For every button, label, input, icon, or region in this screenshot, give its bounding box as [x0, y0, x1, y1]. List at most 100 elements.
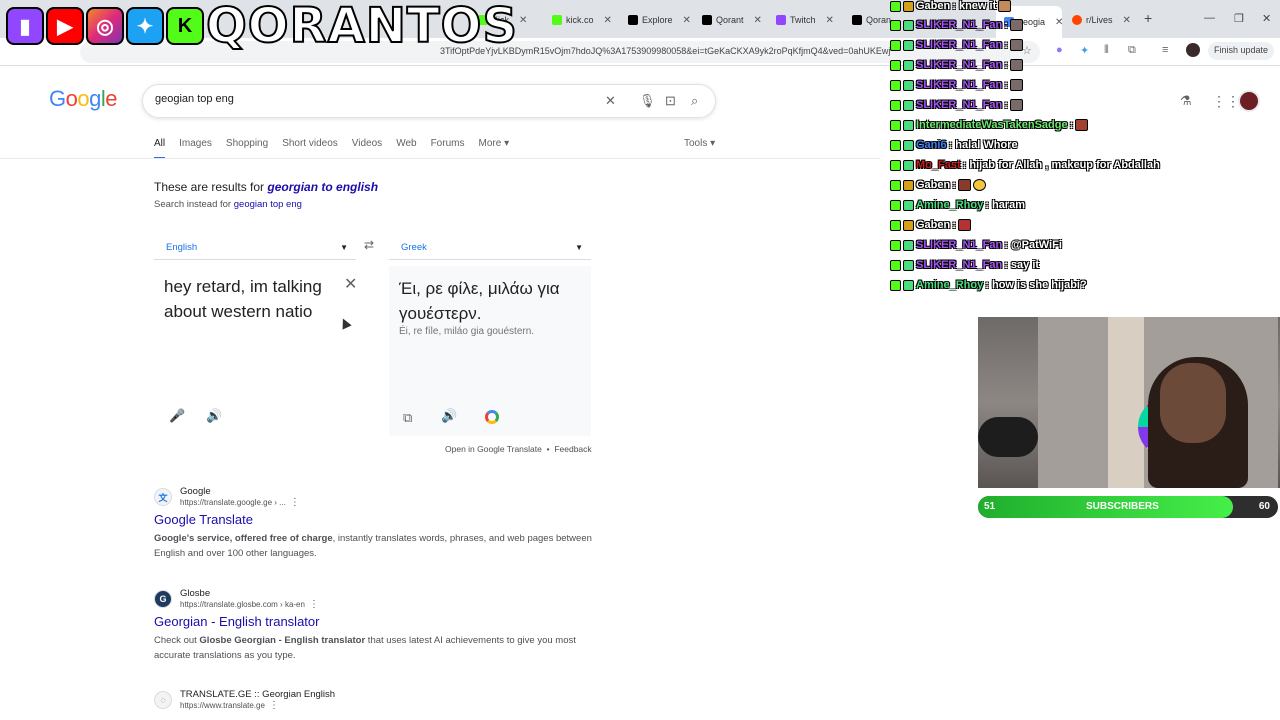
- diamond-badge-icon: [903, 159, 914, 171]
- tab-forums[interactable]: Forums: [431, 138, 465, 159]
- tab-web[interactable]: Web: [396, 138, 416, 159]
- media-icon[interactable]: ≡: [1162, 44, 1168, 56]
- open-translate-link[interactable]: Open in Google Translate: [445, 444, 542, 454]
- result-site-name: Google: [180, 486, 211, 497]
- emoji-icon: [972, 179, 986, 191]
- subscriber-current-count: 51: [984, 501, 996, 512]
- tab-qoran-tiktok[interactable]: Qoran: [852, 10, 892, 30]
- kick-badge-icon: [890, 139, 901, 151]
- extensions-puzzle-icon[interactable]: ⧉: [1128, 44, 1136, 57]
- chat-text: :: [1004, 79, 1008, 91]
- chat-message: SLIKER_N1_Fan:: [890, 57, 1023, 73]
- result-site-header[interactable]: 文 Google https://translate.google.ge › ..…: [154, 486, 604, 508]
- tools-button[interactable]: Tools ▾: [684, 138, 715, 149]
- new-tab-plus-icon[interactable]: +: [1144, 10, 1152, 26]
- emote-icon: [1009, 39, 1023, 51]
- speaker-icon[interactable]: 🔊: [441, 408, 457, 424]
- minimize-icon[interactable]: —: [1204, 12, 1215, 24]
- close-tab-icon[interactable]: ✕: [754, 15, 762, 26]
- result-url: https://translate.glosbe.com › ka-en: [180, 600, 305, 609]
- more-options-icon[interactable]: ⋮: [290, 497, 300, 508]
- tab-images[interactable]: Images: [179, 138, 212, 159]
- diamond-badge-icon: [903, 39, 914, 51]
- search-result: 文 Google https://translate.google.ge › ..…: [154, 486, 604, 561]
- clear-text-icon[interactable]: ✕: [344, 274, 357, 294]
- feedback-link[interactable]: Feedback: [554, 444, 591, 454]
- labs-flask-icon[interactable]: ⚗: [1180, 93, 1192, 109]
- google-logo[interactable]: Google: [49, 86, 118, 112]
- more-options-icon[interactable]: ⋮: [269, 700, 279, 711]
- swap-languages-icon[interactable]: ⇄: [364, 238, 374, 252]
- chat-username: Gani6: [916, 139, 947, 151]
- chat-message: SLIKER_N1_Fan:: [890, 17, 1023, 33]
- extension-icon-2[interactable]: ✦: [1080, 44, 1089, 57]
- diamond-badge-icon: [903, 119, 914, 131]
- logo-letter: g: [89, 86, 101, 111]
- copy-icon[interactable]: ⧉: [403, 410, 412, 426]
- speaker-icon[interactable]: 🔊: [206, 408, 222, 424]
- result-site-name: TRANSLATE.GE :: Georgian English: [180, 689, 336, 700]
- kick-badge-icon: [890, 199, 901, 211]
- result-site-header[interactable]: ◌ TRANSLATE.GE :: Georgian English https:…: [154, 689, 604, 711]
- extension-icon-3[interactable]: ⦀: [1104, 44, 1109, 57]
- close-tab-icon[interactable]: ✕: [519, 15, 527, 26]
- apps-grid-icon[interactable]: ⋮⋮: [1212, 93, 1240, 110]
- chat-username: SLIKER_N1_Fan: [916, 59, 1003, 71]
- tab-reddit[interactable]: r/Lives ✕: [1072, 10, 1134, 30]
- tab-twitch[interactable]: Twitch ✕: [776, 10, 838, 30]
- voice-search-icon[interactable]: 🎙: [639, 93, 656, 109]
- chat-username: IntermediateWasTakenSadge: [916, 119, 1068, 131]
- close-tab-icon[interactable]: ✕: [1123, 15, 1131, 26]
- chat-message: SLIKER_N1_Fan:: [890, 97, 1023, 113]
- close-tab-icon[interactable]: ✕: [1055, 17, 1062, 28]
- tab-shopping[interactable]: Shopping: [226, 138, 268, 159]
- diamond-badge-icon: [903, 79, 914, 91]
- result-title-link[interactable]: Georgian - English translator: [154, 614, 604, 629]
- more-options-icon[interactable]: ⋮: [309, 599, 319, 610]
- google-g-icon[interactable]: [485, 410, 499, 424]
- source-language-select[interactable]: English ▼: [154, 234, 356, 260]
- tab-all[interactable]: All: [154, 138, 166, 159]
- tab-short-videos[interactable]: Short videos: [282, 138, 338, 159]
- source-text-input[interactable]: hey retard, im talking about western nat…: [164, 274, 334, 324]
- tab-more[interactable]: More ▾: [478, 138, 509, 159]
- translated-text: Έι, ρε φίλε, μιλάω για γουέστερν.: [399, 279, 560, 323]
- restore-icon[interactable]: ❐: [1234, 12, 1244, 25]
- diamond-badge-icon: [903, 239, 914, 251]
- close-tab-icon[interactable]: ✕: [826, 15, 834, 26]
- microphone-icon[interactable]: 🎤: [169, 408, 185, 424]
- tab-qorant-x[interactable]: Qorant ✕: [702, 10, 766, 30]
- close-tab-icon[interactable]: ✕: [604, 15, 612, 26]
- clear-search-icon[interactable]: ✕: [605, 93, 616, 109]
- search-icon[interactable]: ⌕: [691, 93, 698, 109]
- finish-update-button[interactable]: Finish update: [1208, 42, 1275, 60]
- profile-avatar[interactable]: [1186, 43, 1200, 57]
- chat-message: Gaben: knew it: [890, 0, 1012, 14]
- chat-text: :: [952, 179, 956, 191]
- extension-icon[interactable]: ●: [1056, 44, 1063, 56]
- emote-icon: [1075, 119, 1089, 131]
- chat-username: Gaben: [916, 219, 951, 231]
- tab-videos[interactable]: Videos: [352, 138, 382, 159]
- search-input[interactable]: [155, 93, 575, 105]
- instagram-icon: ◎: [86, 7, 124, 45]
- tab-explore[interactable]: Explore ✕: [628, 10, 692, 30]
- result-site-info: Glosbe https://translate.glosbe.com › ka-…: [180, 588, 319, 610]
- bookmark-star-icon[interactable]: ☆: [1022, 44, 1032, 57]
- account-avatar[interactable]: [1238, 90, 1260, 112]
- transliteration-text: Éi, re fíle, miláo gia gouéstern.: [399, 326, 535, 337]
- original-query-link[interactable]: geogian top eng: [234, 199, 302, 210]
- close-window-icon[interactable]: ✕: [1262, 12, 1271, 25]
- close-tab-icon[interactable]: ✕: [683, 15, 691, 26]
- corrected-query-link[interactable]: georgian to english: [267, 180, 378, 194]
- subscriber-goal-count: 60: [1258, 501, 1270, 512]
- chat-username: Mo_Fast: [916, 159, 961, 171]
- target-language-select[interactable]: Greek ▼: [389, 234, 591, 260]
- chat-text: : hijab for Allah , makeup for Abdallah: [962, 159, 1160, 171]
- result-title-link[interactable]: Google Translate: [154, 512, 604, 527]
- result-site-header[interactable]: G Glosbe https://translate.glosbe.com › k…: [154, 588, 604, 610]
- search-tabs: All Images Shopping Short videos Videos …: [154, 138, 523, 159]
- tab-kick-co[interactable]: kick.co ✕: [552, 10, 618, 30]
- lens-search-icon[interactable]: ⊡: [665, 93, 676, 109]
- emote-icon: [957, 219, 971, 231]
